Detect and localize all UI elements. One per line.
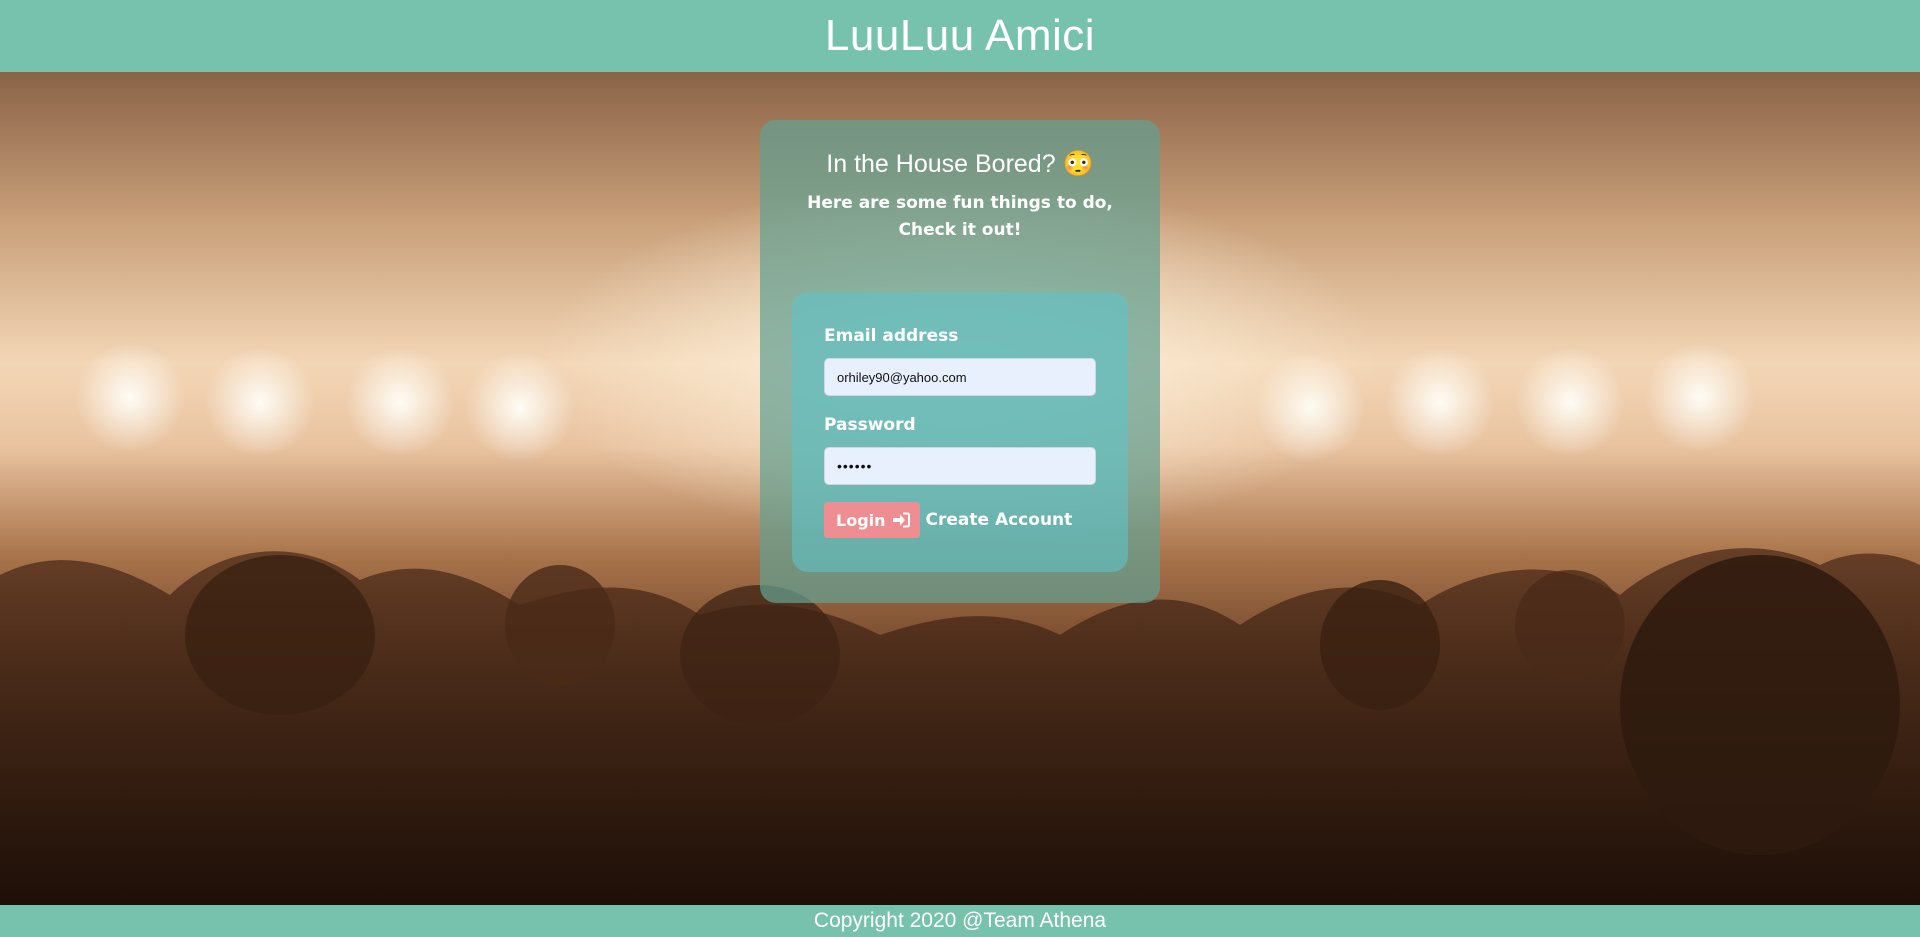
login-button[interactable]: Login [824, 502, 920, 538]
email-label: Email address [824, 326, 959, 346]
form-actions: Login Create Account [824, 502, 1072, 538]
password-label: Password [824, 415, 916, 435]
login-button-label: Login [836, 510, 886, 530]
site-footer: Copyright 2020 @Team Athena [0, 905, 1920, 937]
card-title: In the House Bored? 😳 [760, 150, 1160, 179]
site-title: LuuLuu Amici [824, 11, 1096, 60]
login-form: Email address orhiley90@yahoo.com Passwo… [792, 292, 1128, 572]
card-title-text: In the House Bored? [826, 150, 1056, 178]
site-header: LuuLuu Amici [0, 0, 1920, 72]
email-field[interactable]: orhiley90@yahoo.com [824, 358, 1096, 396]
password-field[interactable]: •••••• [824, 447, 1096, 485]
flushed-face-icon: 😳 [1062, 150, 1094, 178]
copyright-text: Copyright 2020 @Team Athena [813, 909, 1107, 932]
sign-in-icon [892, 512, 910, 528]
intro-card: In the House Bored? 😳 Here are some fun … [760, 120, 1160, 603]
create-account-link[interactable]: Create Account [926, 510, 1073, 530]
card-subtitle: Here are some fun things to do, Check it… [807, 193, 1113, 240]
